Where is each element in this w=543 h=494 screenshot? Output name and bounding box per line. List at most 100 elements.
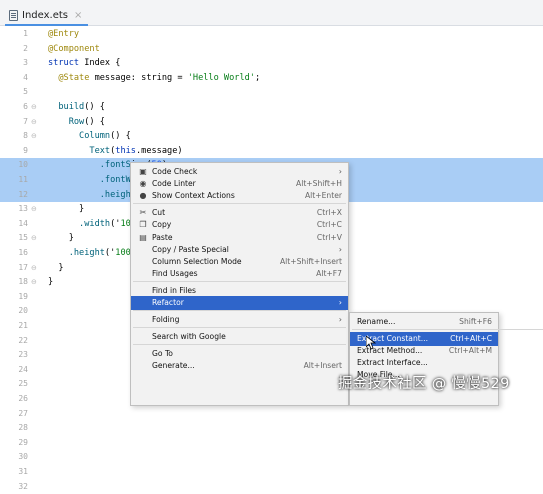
line-number: 29	[18, 437, 28, 447]
code-line[interactable]: 5	[0, 85, 543, 100]
close-icon[interactable]: ×	[74, 10, 82, 21]
menu-item-shortcut: Alt+Insert	[303, 361, 342, 371]
tab-label: Index.ets	[22, 9, 68, 21]
code-token: message: string =	[89, 72, 188, 83]
code-token: () {	[84, 102, 105, 112]
line-number: 16	[18, 248, 28, 257]
code-token: ('	[104, 248, 116, 258]
code-token: ;	[254, 72, 261, 83]
line-number: 26	[18, 394, 28, 403]
fold-icon[interactable]: ⊖	[31, 202, 37, 217]
line-number: 14	[18, 218, 28, 228]
code-token: struct	[48, 58, 80, 69]
line-number: 17	[18, 262, 28, 272]
menu-item-rename[interactable]: Rename... Shift+F6	[350, 315, 498, 329]
code-line[interactable]: 32	[0, 480, 543, 494]
code-line[interactable]: 7 ⊖ Row() {	[0, 115, 543, 130]
line-number: 28	[18, 423, 28, 433]
line-number: 19	[18, 291, 28, 301]
line-number: 31	[18, 467, 28, 476]
menu-separator	[352, 329, 543, 331]
fold-icon[interactable]: ⊖	[31, 275, 37, 290]
code-token: }	[48, 262, 64, 273]
code-token: () {	[84, 116, 105, 127]
line-number: 12	[18, 189, 28, 199]
line-number: 23	[18, 350, 28, 360]
menu-item-label: Find Usages	[152, 268, 198, 278]
code-token: Row	[48, 116, 85, 127]
fold-icon[interactable]: ⊖	[31, 129, 37, 144]
menu-item-generate[interactable]: Generate... Alt+Insert	[131, 359, 348, 373]
line-number: 2	[23, 43, 28, 53]
menu-item-shortcut: Alt+F7	[316, 268, 342, 278]
editor-tab-bar: Index.ets ×	[0, 0, 543, 26]
line-number: 10	[18, 160, 28, 170]
line-number: 9	[23, 145, 28, 155]
line-number: 30	[18, 452, 28, 462]
code-line[interactable]: 31	[0, 465, 543, 480]
menu-item-find-usages[interactable]: Find Usages Alt+F7	[131, 267, 348, 281]
menu-item-shortcut: Shift+F6	[459, 317, 492, 326]
code-line[interactable]: 3 struct Index {	[0, 56, 543, 71]
code-text: build() {	[48, 100, 105, 115]
copy-icon: ❐	[139, 220, 147, 230]
chevron-right-icon: ›	[338, 298, 342, 307]
code-text: @Entry	[48, 27, 79, 42]
menu-item-label: Search with Google	[152, 332, 226, 342]
fold-icon[interactable]: ⊖	[31, 261, 37, 276]
chevron-right-icon: ›	[338, 315, 342, 325]
lightbulb-icon: ●	[139, 191, 147, 201]
fold-icon[interactable]: ⊖	[31, 115, 37, 130]
code-line[interactable]: 4 @State message: string = 'Hello World'…	[0, 71, 543, 86]
watermark: 掘金技术社区 @ 慢慢529	[338, 376, 510, 392]
menu-separator	[133, 280, 346, 282]
menu-item-show-context-actions[interactable]: ● Show Context Actions Alt+Enter	[131, 189, 348, 203]
menu-item-label: Show Context Actions	[152, 191, 235, 201]
code-line[interactable]: 28	[0, 421, 543, 436]
line-number: 3	[23, 58, 28, 68]
code-line[interactable]: 8 ⊖ Column() {	[0, 129, 543, 144]
scissors-icon: ✂	[139, 208, 147, 218]
code-line[interactable]: 6 ⊖ build() {	[0, 100, 543, 115]
code-token: 'Hello World'	[187, 72, 255, 83]
line-number: 4	[23, 72, 28, 82]
line-number: 11	[18, 175, 28, 184]
code-token: @State	[48, 72, 90, 83]
line-number: 22	[18, 335, 28, 345]
menu-item-folding[interactable]: Folding ›	[131, 313, 348, 327]
menu-item-search-with-google[interactable]: Search with Google	[131, 330, 348, 344]
code-token: }	[48, 277, 54, 288]
code-token: Column	[48, 131, 111, 142]
line-number: 13	[18, 204, 28, 214]
code-token: .heigh	[48, 189, 131, 200]
fold-icon[interactable]: ⊖	[31, 231, 37, 246]
code-token: ('	[110, 218, 121, 229]
code-text: }	[48, 231, 74, 246]
code-line[interactable]: 30	[0, 450, 543, 465]
code-token: this	[115, 145, 136, 156]
code-token: }	[48, 233, 74, 244]
code-line[interactable]: 27	[0, 407, 543, 422]
menu-item-refactor[interactable]: Refactor ›	[131, 296, 348, 310]
code-line[interactable]: 1 @Entry	[0, 27, 543, 42]
code-text: }	[48, 202, 84, 217]
line-number: 8	[23, 131, 28, 141]
code-line[interactable]: 9 Text(this.message)	[0, 144, 543, 159]
line-number: 25	[18, 379, 28, 389]
code-text: }	[48, 261, 64, 276]
menu-separator	[133, 203, 346, 205]
code-token: Text	[48, 145, 111, 156]
code-text: @State message: string = 'Hello World';	[48, 71, 260, 86]
code-line[interactable]: 2 @Component	[0, 42, 543, 57]
code-token: .fontW	[48, 175, 131, 185]
fold-icon[interactable]: ⊖	[31, 100, 37, 115]
menu-item-label: Folding	[152, 315, 180, 325]
line-number: 32	[18, 481, 28, 491]
line-number: 15	[18, 233, 28, 243]
context-menu: ▣ Code Check › ◉ Code Linter Alt+Shift+H ● Show…	[130, 162, 349, 406]
menu-item-label: Rename...	[357, 317, 396, 326]
code-token: () {	[110, 131, 131, 142]
code-line[interactable]: 29	[0, 436, 543, 451]
paste-icon: ▤	[139, 232, 147, 242]
tab-index-ets[interactable]: Index.ets ×	[5, 6, 89, 26]
